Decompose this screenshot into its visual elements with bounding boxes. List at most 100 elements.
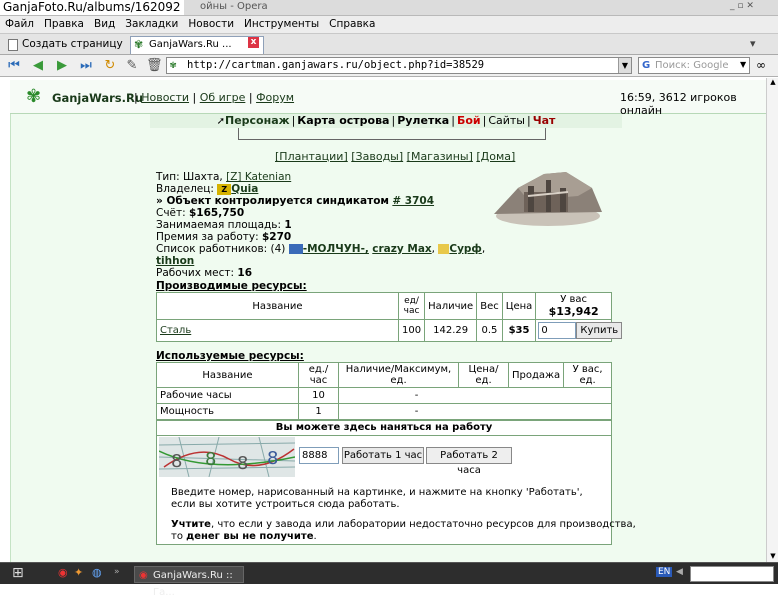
area-value: 1 — [284, 219, 292, 231]
menu-file[interactable]: Файл — [0, 16, 39, 33]
scroll-up-icon[interactable]: ▲ — [768, 78, 778, 88]
link-news[interactable]: Новости — [141, 91, 189, 104]
hire-instructions-2: если вы хотите устроиться сюда работать. — [171, 499, 400, 510]
account-value: $165,750 — [189, 207, 245, 219]
bonus-value: $270 — [262, 231, 292, 243]
rewind-icon[interactable]: ⏮ — [6, 58, 22, 74]
nav-battle[interactable]: Бой — [457, 114, 481, 127]
col-stock-max: Наличие/Максимум, ед. — [338, 362, 459, 388]
address-dropdown-icon[interactable]: ▼ — [618, 58, 631, 73]
menu-help[interactable]: Справка — [324, 16, 380, 33]
trash-icon[interactable]: ▾ — [750, 37, 756, 50]
opera-icon[interactable]: ◉ — [58, 566, 68, 579]
app-icon[interactable]: ✦ — [74, 566, 83, 579]
menu-tools[interactable]: Инструменты — [239, 16, 324, 33]
vertical-scrollbar[interactable]: ▲ ▼ — [766, 78, 778, 562]
resource-link[interactable]: Сталь — [160, 325, 191, 336]
tray-search-input[interactable] — [690, 566, 774, 582]
col-weight: Вес — [476, 292, 503, 320]
worker-link[interactable]: crazy Max — [372, 243, 431, 255]
hire-note-1: Учтите, что если у завода или лаборатори… — [171, 519, 636, 530]
trash-icon[interactable]: 🗑 — [146, 58, 163, 74]
tab-active-label: GanjaWars.Ru ... — [149, 39, 232, 50]
buy-quantity-input[interactable]: 0 — [538, 322, 577, 339]
close-tab-icon[interactable]: x — [248, 37, 259, 48]
search-input[interactable]: G Поиск: Google — [638, 57, 750, 74]
col-you-have: У вас, ед. — [563, 362, 612, 388]
link-forum[interactable]: Форум — [256, 91, 294, 104]
tab-active[interactable]: ✾ GanjaWars.Ru ... — [130, 36, 264, 54]
menu-bar: Файл Правка Вид Закладки Новости Инструменты С… — [0, 16, 778, 34]
produced-table: Название ед/ час Наличие Вес Цена У вас … — [156, 292, 623, 342]
menu-bookmarks[interactable]: Закладки — [120, 16, 183, 33]
nav-sites[interactable]: Сайты — [488, 114, 525, 127]
hire-title: Вы можете здесь наняться на работу — [157, 422, 611, 436]
object-slots: Рабочих мест: 16 — [156, 267, 253, 279]
search-dropdown-icon[interactable]: ▼ — [740, 60, 746, 69]
forward-icon[interactable]: ▶ — [54, 58, 70, 74]
watermark: GanjaFoto.Ru/albums/162092 — [0, 0, 184, 15]
opera-icon: ◉ — [139, 570, 148, 581]
tray-arrow-icon[interactable]: ◀ — [676, 567, 683, 577]
reload-icon[interactable]: ↻ — [102, 58, 118, 74]
captcha-input[interactable]: 8888 — [299, 447, 339, 464]
address-bar[interactable]: ✾ http://cartman.ganjawars.ru/object.php… — [166, 57, 632, 74]
ie-icon[interactable]: ◍ — [92, 566, 102, 579]
expand-icon[interactable]: » — [114, 567, 120, 577]
col-rate: ед./час — [298, 362, 339, 388]
col-price: Цена — [501, 292, 537, 320]
worker-link[interactable]: Сурф — [449, 243, 481, 255]
produced-title: Производимые ресурсы: — [156, 280, 307, 292]
nav-map[interactable]: Карта острова — [297, 114, 389, 127]
clan-badge-icon: Z — [217, 183, 232, 195]
new-tab-button[interactable]: Создать страницу — [4, 36, 127, 53]
syndicate-link[interactable]: # 3704 — [392, 195, 434, 207]
captcha-image: 8 8 8 8 — [159, 437, 295, 477]
task-opera[interactable]: ◉ GanjaWars.Ru :: Га... — [134, 566, 244, 598]
page-viewport: ✾ GanjaWars.Ru | Новости | Об игре | Фор… — [0, 78, 778, 562]
edit-icon[interactable]: ✎ — [124, 58, 140, 74]
svg-text:8: 8 — [205, 449, 216, 470]
work-1h-button[interactable]: Работать 1 час — [342, 447, 424, 464]
object-area: Занимаемая площадь: 1 — [156, 219, 292, 231]
owner-link[interactable]: Quia — [231, 183, 258, 195]
address-url: http://cartman.ganjawars.ru/object.php?i… — [187, 59, 485, 71]
back-icon[interactable]: ◀ — [30, 58, 46, 74]
worker-badge-icon — [438, 244, 450, 254]
fast-forward-icon[interactable]: ⏭ — [78, 58, 94, 74]
sub-links: [Плантации] [Заводы] [Магазины] [Дома] — [275, 150, 515, 163]
link-plantations[interactable]: [Плантации] — [275, 150, 348, 163]
used-title: Используемые ресурсы: — [156, 350, 304, 362]
nav-subbox — [238, 128, 546, 140]
work-2h-button[interactable]: Работать 2 часа — [426, 447, 512, 476]
object-worker-last: tihhon — [156, 255, 194, 267]
lang-indicator[interactable]: EN — [656, 567, 673, 577]
used-table: Название ед./час Наличие/Максимум, ед. Ц… — [156, 362, 612, 420]
menu-news[interactable]: Новости — [183, 16, 239, 33]
buy-button[interactable]: Купить — [576, 322, 623, 339]
link-shops[interactable]: [Магазины] — [407, 150, 473, 163]
link-houses[interactable]: [Дома] — [476, 150, 515, 163]
glasses-icon[interactable]: ∞ — [756, 58, 766, 72]
type-link[interactable]: [Z] Katenian — [226, 171, 291, 183]
object-type: Тип: Шахта, [Z] Katenian — [156, 171, 292, 183]
worker-link[interactable]: tihhon — [156, 255, 194, 267]
scroll-down-icon[interactable]: ▼ — [768, 552, 778, 562]
col-sale: Продажа — [507, 362, 565, 388]
svg-text:8: 8 — [171, 451, 182, 472]
object-account: Счёт: $165,750 — [156, 207, 245, 219]
nav-character[interactable]: Персонаж — [225, 114, 290, 127]
window-controls[interactable]: _ ▫ ✕ — [730, 1, 754, 11]
link-factories[interactable]: [Заводы] — [351, 150, 403, 163]
mine-building-image — [494, 172, 602, 226]
nav-chat[interactable]: Чат — [533, 114, 556, 127]
menu-edit[interactable]: Правка — [39, 16, 89, 33]
search-placeholder: Поиск: Google — [655, 60, 729, 71]
link-about[interactable]: Об игре — [200, 91, 246, 104]
menu-view[interactable]: Вид — [89, 16, 120, 33]
windows-start-icon[interactable]: ⊞ — [12, 565, 24, 581]
hire-panel: Вы можете здесь наняться на работу 8 8 8… — [156, 420, 636, 545]
worker-badge-icon — [288, 244, 303, 254]
nav-roulette[interactable]: Рулетка — [397, 114, 449, 127]
worker-link[interactable]: -МОЛЧУН-, — [303, 243, 369, 255]
